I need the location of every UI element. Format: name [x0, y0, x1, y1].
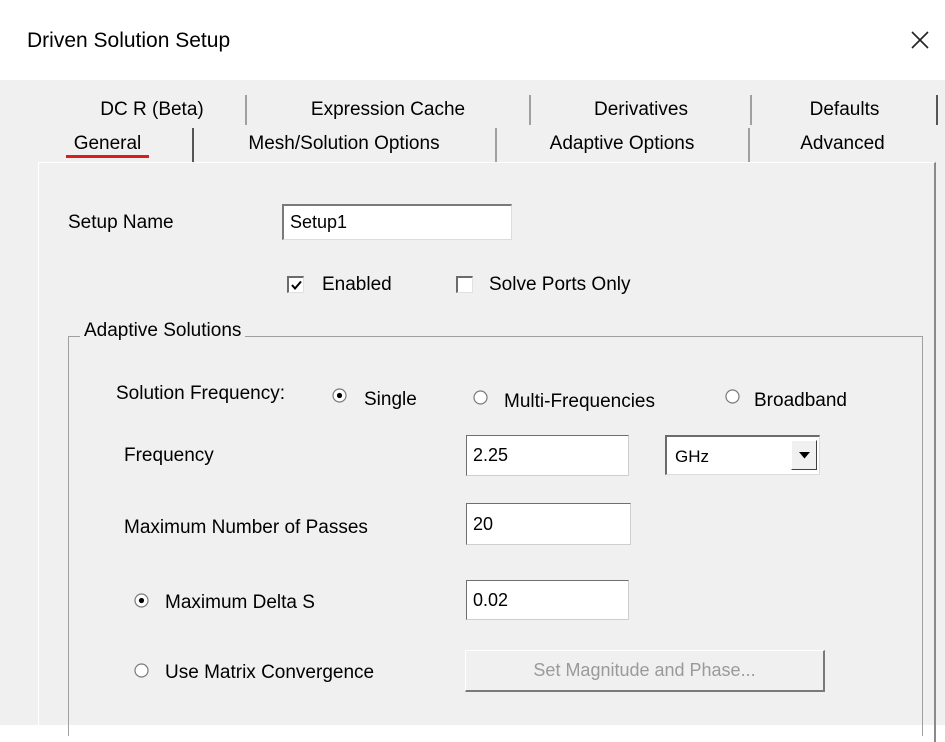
chevron-down-icon — [799, 452, 810, 459]
solve-ports-only-label: Solve Ports Only — [489, 274, 631, 295]
max-passes-input[interactable] — [466, 503, 631, 545]
checkmark-icon — [291, 280, 302, 291]
set-magnitude-phase-button[interactable]: Set Magnitude and Phase... — [465, 650, 825, 692]
max-delta-s-label: Maximum Delta S — [165, 592, 315, 613]
frequency-input[interactable] — [466, 435, 629, 476]
radio-single-label: Single — [364, 389, 417, 410]
solution-frequency-label: Solution Frequency: — [116, 383, 285, 404]
setup-name-label: Setup Name — [68, 212, 174, 233]
tab-separator — [750, 95, 752, 125]
radio-multi-frequencies[interactable] — [473, 390, 488, 405]
tab-derivatives[interactable]: Derivatives — [536, 96, 746, 124]
max-passes-label: Maximum Number of Passes — [124, 517, 368, 538]
tab-dc-r-beta[interactable]: DC R (Beta) — [62, 96, 242, 124]
tab-separator — [245, 95, 247, 125]
frequency-label: Frequency — [124, 445, 214, 466]
radio-max-delta-s[interactable] — [134, 593, 149, 608]
tab-separator — [192, 128, 194, 162]
radio-matrix-convergence[interactable] — [134, 663, 149, 678]
tab-general[interactable]: General — [55, 130, 160, 158]
tab-adaptive-options[interactable]: Adaptive Options — [502, 130, 742, 158]
active-tab-indicator — [66, 155, 149, 158]
radio-broadband[interactable] — [725, 389, 740, 404]
tab-expression-cache[interactable]: Expression Cache — [252, 96, 524, 124]
radio-single[interactable] — [332, 388, 347, 403]
close-icon — [911, 31, 929, 49]
solve-ports-only-checkbox[interactable] — [456, 276, 473, 293]
close-button[interactable] — [900, 20, 940, 60]
matrix-convergence-label: Use Matrix Convergence — [165, 662, 375, 683]
tab-advanced[interactable]: Advanced — [755, 130, 930, 158]
adaptive-solutions-legend: Adaptive Solutions — [80, 320, 246, 342]
enabled-checkbox[interactable] — [287, 276, 304, 293]
tab-separator — [748, 128, 750, 162]
tab-defaults[interactable]: Defaults — [757, 96, 932, 124]
window-title: Driven Solution Setup — [27, 29, 231, 52]
dropdown-button[interactable] — [791, 440, 817, 470]
max-delta-s-input[interactable] — [466, 580, 629, 620]
enabled-label: Enabled — [322, 274, 392, 295]
frequency-unit-select[interactable]: GHz — [665, 435, 820, 475]
title-bar: Driven Solution Setup — [0, 0, 945, 80]
radio-broadband-label: Broadband — [754, 390, 847, 411]
tab-mesh-solution-options[interactable]: Mesh/Solution Options — [198, 130, 490, 158]
radio-multi-frequencies-label: Multi-Frequencies — [504, 391, 655, 412]
tab-separator — [495, 128, 497, 162]
tab-separator — [529, 95, 531, 125]
frequency-unit-value: GHz — [675, 447, 709, 466]
tab-separator — [936, 95, 938, 125]
setup-name-input[interactable] — [282, 204, 512, 240]
